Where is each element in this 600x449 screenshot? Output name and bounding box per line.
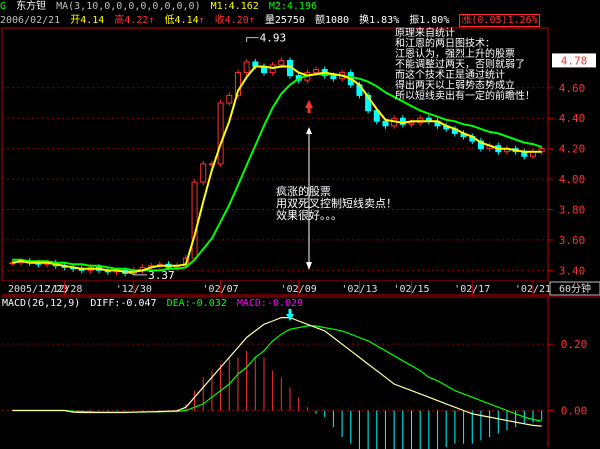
candle-body xyxy=(408,122,415,125)
time-tick-label: '02/09 xyxy=(281,284,317,295)
macd-tick-label: 0.20 xyxy=(561,338,588,351)
sell-arrow-stem xyxy=(307,107,311,113)
price-tick-label: 3.40 xyxy=(559,264,586,277)
candle-body xyxy=(278,59,285,66)
time-tick-label: '02/07 xyxy=(203,284,239,295)
period-label: 60分钟 xyxy=(559,282,591,295)
sell-note-line: 疯涨的股票 xyxy=(276,184,331,198)
time-tick-label: '02/15 xyxy=(393,284,429,295)
sell-note-line: 用双死叉控制短线卖点！ xyxy=(276,196,397,210)
candle-body xyxy=(191,181,198,259)
time-tick-label: '12/30 xyxy=(116,284,152,295)
macd-histogram xyxy=(72,350,543,449)
time-tick-label: '12/28 xyxy=(46,284,82,295)
strategy-note-line: 江恩认为，强烈上升的股票 xyxy=(395,47,515,60)
price-tag: 4.78 xyxy=(561,54,588,67)
candle-body xyxy=(313,69,320,74)
strategy-note-line: 得出两天以上弱势态势成立 xyxy=(395,79,515,92)
strategy-note-line: 和江恩的两日图技术： xyxy=(395,37,495,50)
time-axis: 2005/12/23'12/28'12/30'02/07'02/09'02/13… xyxy=(0,281,600,296)
time-tick-label: '02/17 xyxy=(454,284,490,295)
candle-body xyxy=(330,75,337,80)
strategy-note-line: 所以短线卖出有一定的前瞻性！ xyxy=(395,89,535,102)
chart-annotations: 原理来自统计和江恩的两日图技术：江恩认为，强烈上升的股票不能调整过两天，否则就弱… xyxy=(124,26,535,282)
kline-chart-svg[interactable]: 3.403.603.804.004.204.404.604.78 2005/12… xyxy=(0,0,600,449)
macd-axis: 0.20 0.00 xyxy=(286,309,587,418)
candle-body xyxy=(217,102,224,165)
price-tick-label: 4.20 xyxy=(559,143,586,156)
peak-leader xyxy=(246,37,259,43)
macd-grid xyxy=(2,296,600,447)
guide-arrow-down-icon xyxy=(306,262,312,270)
macd-title: MACD(26,12,9) xyxy=(2,298,81,309)
diff-label: DIFF:-0.047 xyxy=(90,298,157,309)
price-tick-label: 4.40 xyxy=(559,112,586,125)
low-label: 3.37 xyxy=(148,269,175,282)
time-tick-label: '02/13 xyxy=(341,284,377,295)
dea-line xyxy=(12,325,542,422)
price-tick-label: 3.60 xyxy=(559,234,586,247)
strategy-note-line: 不能调整过两天，否则就弱了 xyxy=(395,58,525,71)
dea-label: DEA:-0.032 xyxy=(166,298,227,309)
price-tick-label: 4.00 xyxy=(559,173,586,186)
price-axis: 3.40 3.60 3.80 4.00 4.20 4.40 4.60 4.78 xyxy=(547,28,596,281)
macd-value-label: MACD:-0.029 xyxy=(236,298,304,309)
candle-body xyxy=(243,61,250,74)
candle-body xyxy=(200,163,207,183)
guide-arrow-up-icon xyxy=(306,127,312,134)
price-tick-label: 4.60 xyxy=(559,82,586,95)
strategy-note-line: 而这个技术正是通过统计 xyxy=(395,68,505,81)
peak-label: 4.93 xyxy=(260,32,287,45)
candle-body xyxy=(382,120,389,127)
time-tick-label: '02/21 xyxy=(515,284,551,295)
ma-slow-line xyxy=(12,73,543,272)
macd-tick-label: 0.00 xyxy=(561,405,588,418)
macd-header: MACD(26,12,9) DIFF:-0.047 DEA:-0.032 MAC… xyxy=(2,297,542,311)
candle-body xyxy=(226,94,233,104)
strategy-note-line: 原理来自统计 xyxy=(395,26,455,39)
diff-line xyxy=(12,317,542,427)
sell-arrow-icon xyxy=(305,100,313,108)
price-tick-label: 3.80 xyxy=(559,204,586,217)
